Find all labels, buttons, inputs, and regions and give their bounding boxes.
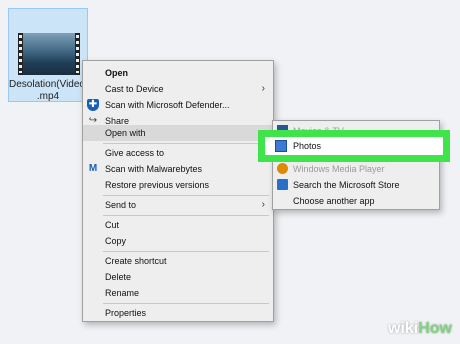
- menu-separator: [103, 303, 269, 304]
- chevron-right-icon: ›: [261, 199, 265, 210]
- menu-item-open-with[interactable]: Open with ›: [83, 125, 273, 141]
- menu-separator: [103, 143, 269, 144]
- menu-item-copy[interactable]: Copy: [83, 233, 273, 249]
- menu-separator: [103, 215, 269, 216]
- menu-item-scan-defender[interactable]: ✚ Scan with Microsoft Defender...: [83, 97, 273, 113]
- submenu-item-windows-media-player[interactable]: Windows Media Player: [273, 161, 439, 177]
- file-name-label: Desolation(Video) .mp4: [9, 79, 89, 102]
- menu-item-restore-versions[interactable]: Restore previous versions: [83, 177, 273, 193]
- menu-item-scan-malwarebytes[interactable]: M Scan with Malwarebytes: [83, 161, 273, 177]
- photos-highlight-box: [258, 130, 450, 162]
- menu-separator: [103, 195, 269, 196]
- menu-item-create-shortcut[interactable]: Create shortcut: [83, 253, 273, 269]
- menu-item-cast-to-device[interactable]: Cast to Device ›: [83, 81, 273, 97]
- defender-shield-icon: ✚: [87, 99, 99, 111]
- menu-separator: [103, 251, 269, 252]
- menu-item-rename[interactable]: Rename: [83, 285, 273, 301]
- context-menu: Open Cast to Device › ✚ Scan with Micros…: [82, 60, 274, 322]
- menu-item-properties[interactable]: Properties: [83, 305, 273, 321]
- submenu-item-search-store[interactable]: Search the Microsoft Store: [273, 177, 439, 193]
- malwarebytes-icon: M: [88, 163, 98, 174]
- submenu-item-choose-another-app[interactable]: Choose another app: [273, 193, 439, 209]
- chevron-right-icon: ›: [261, 83, 265, 94]
- menu-item-cut[interactable]: Cut: [83, 217, 273, 233]
- wikihow-watermark: wikiHow: [387, 320, 452, 337]
- menu-item-give-access[interactable]: Give access to ›: [83, 145, 273, 161]
- menu-item-send-to[interactable]: Send to ›: [83, 197, 273, 213]
- media-player-icon: [277, 163, 288, 174]
- video-thumbnail-icon: [18, 33, 80, 75]
- menu-item-delete[interactable]: Delete: [83, 269, 273, 285]
- store-icon: [277, 179, 288, 190]
- video-file-icon[interactable]: Desolation(Video) .mp4: [8, 8, 88, 102]
- menu-item-open[interactable]: Open: [83, 65, 273, 81]
